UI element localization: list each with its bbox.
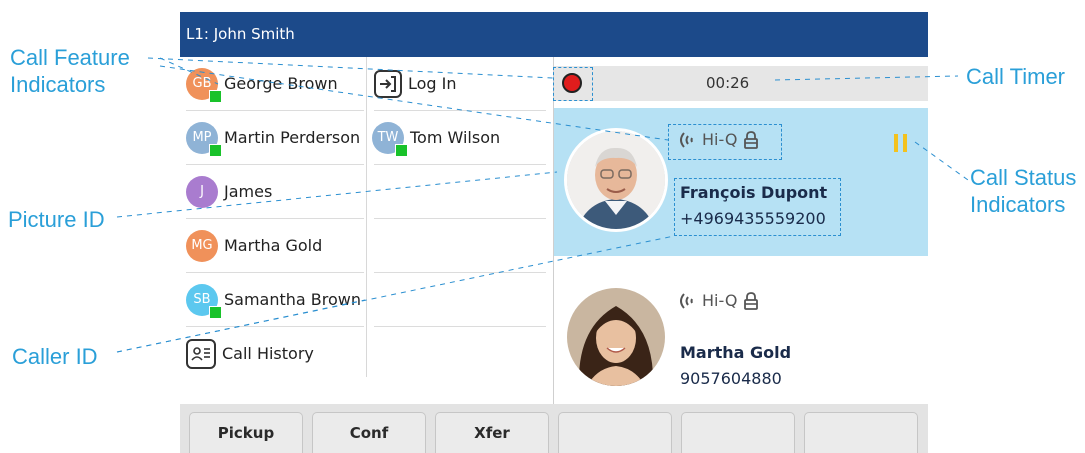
row-divider bbox=[374, 164, 546, 165]
column-divider bbox=[366, 57, 367, 377]
contact-martin-perderson[interactable]: MP Martin Perderson bbox=[186, 111, 360, 164]
callout-caller-id: Caller ID bbox=[12, 344, 98, 369]
call-history-label: Call History bbox=[222, 344, 314, 363]
contact-name: James bbox=[224, 182, 273, 201]
callout-call-feature-indicators: Call Feature Indicators bbox=[10, 44, 130, 98]
contact-card-icon bbox=[186, 338, 216, 369]
record-indicator-highlight bbox=[553, 67, 593, 101]
call-feature-indicators: Hi-Q bbox=[678, 291, 759, 310]
held-call-card[interactable]: Hi-Q Martha Gold 9057604880 bbox=[554, 269, 928, 407]
avatar-initials: SB bbox=[193, 292, 211, 307]
softkey-conf[interactable]: Conf bbox=[312, 412, 426, 453]
call-history-button[interactable]: Call History bbox=[186, 327, 314, 380]
caller-id-highlight bbox=[674, 178, 841, 236]
contact-james[interactable]: J James bbox=[186, 165, 272, 218]
callout-line: Indicators bbox=[970, 192, 1066, 217]
call-timer: 00:26 bbox=[706, 74, 750, 92]
softkey-bar: Pickup Conf Xfer bbox=[180, 404, 928, 453]
callout-line: Call Status bbox=[970, 165, 1077, 190]
softkey-pickup[interactable]: Pickup bbox=[189, 412, 303, 453]
avatar: SB bbox=[186, 283, 222, 319]
caller-picture bbox=[564, 285, 668, 389]
avatar: MP bbox=[186, 121, 222, 157]
callout-picture-id: Picture ID bbox=[8, 207, 105, 232]
avatar-initials: J bbox=[200, 184, 204, 199]
hiq-label: Hi-Q bbox=[702, 291, 738, 310]
caller-number: 9057604880 bbox=[680, 369, 782, 388]
contact-name: Samantha Brown bbox=[224, 290, 362, 309]
wideband-audio-icon bbox=[680, 292, 693, 309]
title-bar: L1: John Smith bbox=[180, 12, 928, 57]
login-button[interactable]: Log In bbox=[374, 57, 457, 110]
presence-indicator bbox=[209, 305, 222, 319]
avatar-initials: MG bbox=[191, 238, 213, 253]
contact-samantha-brown[interactable]: SB Samantha Brown bbox=[186, 273, 361, 326]
softkey-xfer[interactable]: Xfer bbox=[435, 412, 549, 453]
contact-name: Martin Perderson bbox=[224, 128, 361, 147]
caller-name: Martha Gold bbox=[680, 343, 792, 362]
contact-tom-wilson[interactable]: TW Tom Wilson bbox=[372, 111, 500, 164]
caller-picture bbox=[564, 128, 668, 232]
presence-indicator bbox=[209, 89, 222, 103]
contact-george-brown[interactable]: GB George Brown bbox=[186, 57, 338, 110]
login-label: Log In bbox=[408, 74, 457, 93]
row-divider bbox=[374, 218, 546, 219]
contact-name: Tom Wilson bbox=[410, 128, 501, 147]
row-divider bbox=[374, 272, 546, 273]
callout-line: Call Feature bbox=[10, 45, 130, 70]
feature-indicators-highlight bbox=[668, 124, 782, 160]
contact-name: Martha Gold bbox=[224, 236, 323, 255]
line-title: L1: John Smith bbox=[186, 25, 295, 43]
avatar: MG bbox=[186, 229, 218, 262]
presence-indicator bbox=[209, 143, 222, 157]
softkey-empty[interactable] bbox=[681, 412, 795, 453]
presence-indicator bbox=[395, 143, 408, 157]
softkey-empty[interactable] bbox=[558, 412, 672, 453]
login-icon bbox=[374, 69, 402, 98]
callout-line: Indicators bbox=[10, 72, 106, 97]
callout-call-status-indicators: Call Status Indicators bbox=[970, 164, 1076, 218]
callout-call-timer: Call Timer bbox=[966, 64, 1066, 89]
avatar: TW bbox=[372, 121, 408, 157]
lock-icon bbox=[744, 291, 759, 310]
contact-name: George Brown bbox=[224, 74, 338, 93]
avatar: GB bbox=[186, 67, 222, 103]
avatar: J bbox=[186, 175, 218, 208]
softkey-empty[interactable] bbox=[804, 412, 918, 453]
contact-martha-gold[interactable]: MG Martha Gold bbox=[186, 219, 322, 272]
row-divider bbox=[374, 326, 546, 327]
call-info-bar: 00:26 bbox=[554, 66, 928, 101]
